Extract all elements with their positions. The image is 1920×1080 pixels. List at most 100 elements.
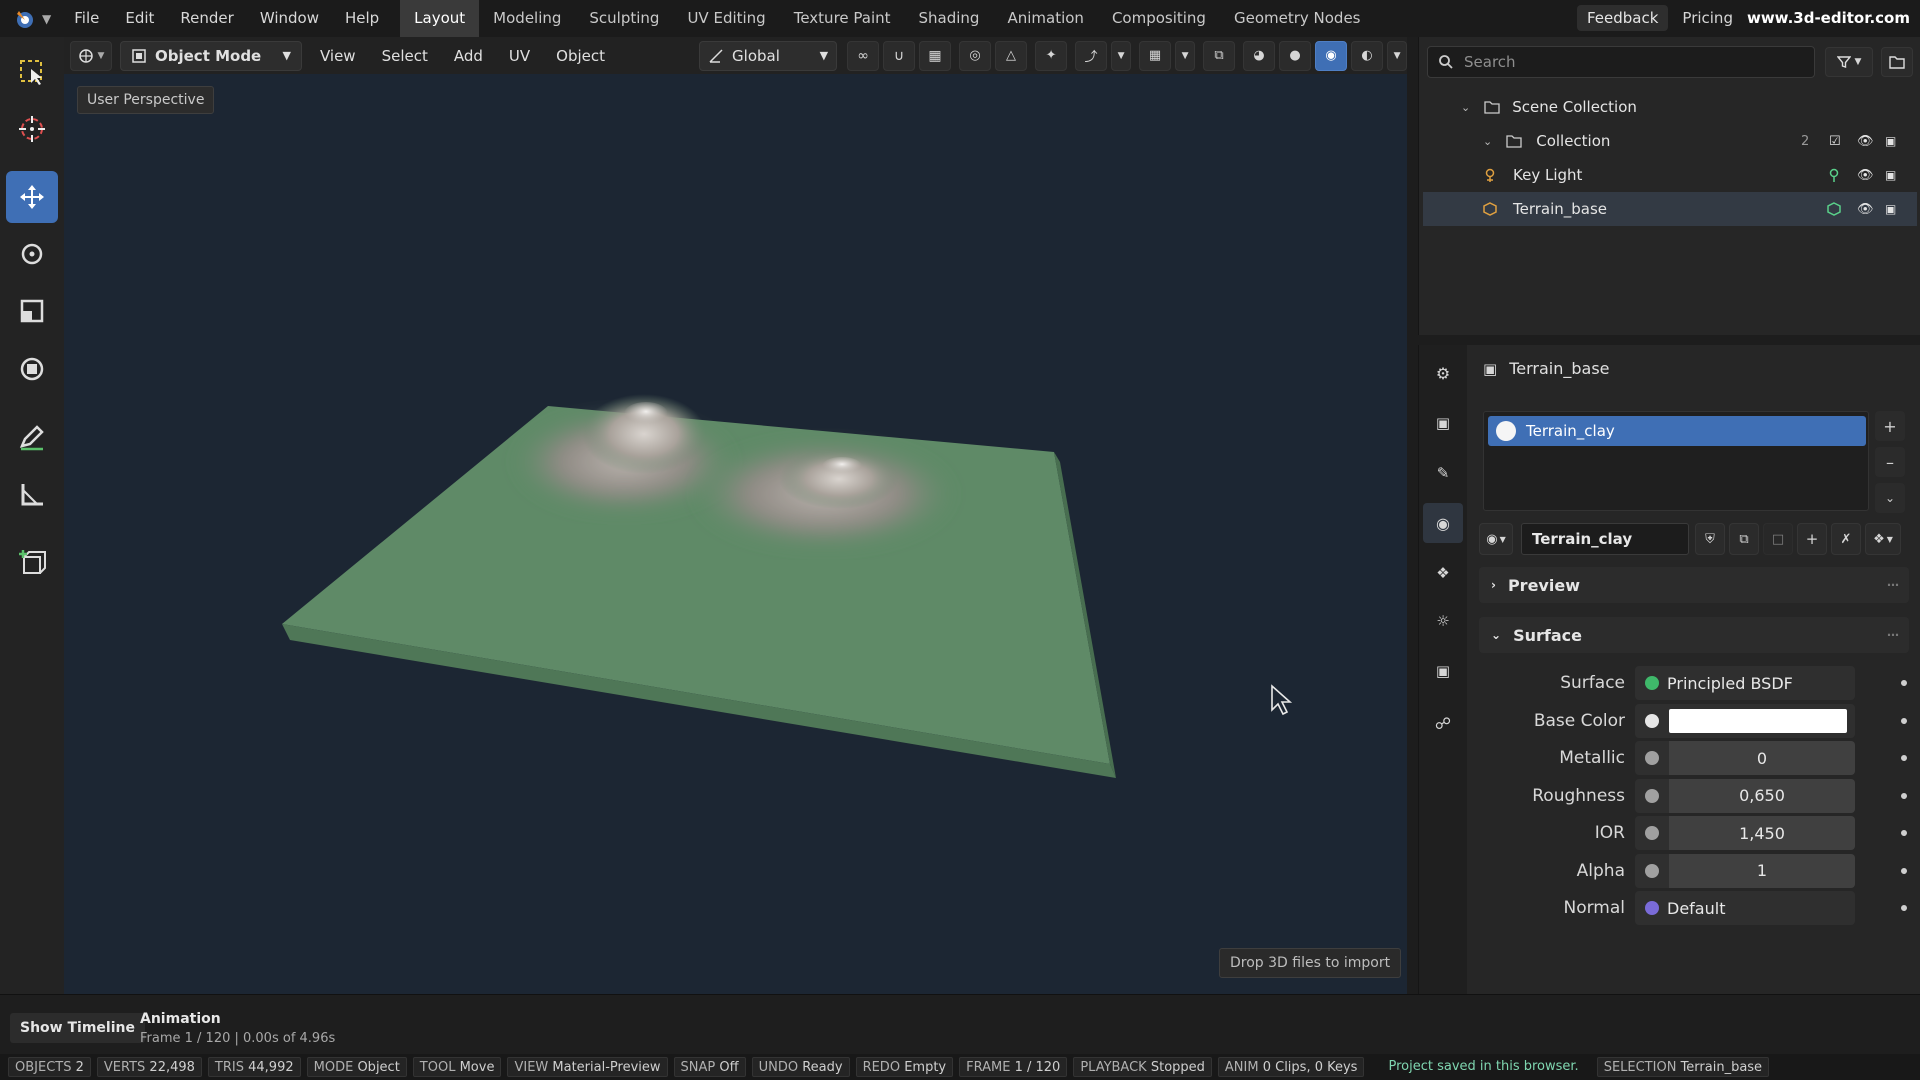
property-field[interactable]: 1,450 [1635,816,1855,850]
property-field[interactable]: 0,650 [1635,778,1855,813]
workspace-tab[interactable]: Texture Paint [780,0,905,37]
measure-tool[interactable] [6,469,58,521]
slot-menu-button[interactable]: ⌄ [1875,483,1905,513]
chevron-down-icon[interactable]: ⌄ [1483,135,1492,148]
duplicate-material-button[interactable]: ⧉ [1729,523,1759,555]
preview-section-header[interactable]: › Preview ⋯ [1479,567,1909,603]
socket-icon[interactable] [1645,751,1659,765]
menu-item[interactable]: File [61,0,112,37]
collection-row[interactable]: ⌄ Collection 2 ☑ 👁 ▣ [1423,124,1917,158]
new-collection-button[interactable] [1881,47,1913,77]
site-link[interactable]: www.3d-editor.com [1747,9,1910,27]
property-field[interactable]: 1 [1635,853,1855,888]
move-tool[interactable] [6,171,58,223]
gizmo-dropdown[interactable]: ▼ [1111,40,1132,71]
add-cube-tool[interactable] [6,537,58,589]
property-field[interactable]: 0 [1635,741,1855,775]
menu-item[interactable]: Help [332,0,392,37]
eye-icon[interactable]: 👁 [1857,168,1874,183]
color-swatch[interactable] [1669,708,1847,733]
surface-section-header[interactable]: ⌄ Surface ⋯ [1479,617,1909,653]
keyframe-dot-icon[interactable] [1901,830,1907,836]
keyframe-dot-icon[interactable] [1901,792,1907,799]
number-value[interactable]: 1,450 [1669,816,1855,850]
outliner-object-row[interactable]: Terrain_base 👁 ▣ [1423,192,1917,226]
tab-tool[interactable]: ⚙ [1423,353,1463,393]
property-field[interactable]: Default [1635,891,1855,925]
number-value[interactable]: 0,650 [1669,778,1855,813]
socket-icon[interactable] [1645,826,1659,840]
menu-item[interactable]: Edit [112,0,167,37]
socket-icon[interactable] [1645,901,1659,915]
keyframe-dot-icon[interactable] [1901,755,1907,761]
menu-item[interactable]: Window [247,0,332,37]
rendered-shading-button[interactable]: ◐ [1351,40,1384,71]
menu-item[interactable]: Render [167,0,246,37]
tab-material[interactable]: ◉ [1423,503,1463,543]
keyframe-dot-icon[interactable] [1901,905,1907,911]
keyframe-dot-icon[interactable] [1901,717,1907,724]
pivot-button[interactable]: ∞ [847,40,880,71]
eye-icon[interactable]: 👁 [1857,134,1874,149]
socket-icon[interactable] [1645,676,1659,690]
feedback-button[interactable]: Feedback [1576,5,1669,31]
keyframe-dot-icon[interactable] [1901,867,1907,874]
drag-handle-icon[interactable]: ⋯ [1887,628,1899,642]
outliner-object-row[interactable]: Key Light 👁 ▣ [1423,158,1917,192]
material-preview-button[interactable]: ◉ [1315,40,1348,71]
cursor-tool[interactable] [6,103,58,155]
header-menu-item[interactable]: Add [446,42,491,70]
camera-icon[interactable]: ▣ [1885,134,1896,148]
filter-button[interactable]: ▼ [1825,47,1873,77]
header-menu-item[interactable]: View [312,42,364,70]
chevron-down-icon[interactable]: ⌄ [1461,101,1470,114]
add-slot-button[interactable]: + [1875,411,1905,441]
browse-material-button[interactable]: ◉ ▼ [1479,523,1513,555]
overlays-dropdown[interactable]: ▼ [1175,40,1196,71]
new-material-button[interactable]: + [1797,523,1827,555]
proportional-edit-button[interactable]: ◎ [959,40,992,71]
shading-dropdown[interactable]: ▼ [1387,40,1408,71]
grid-button[interactable]: ▦ [919,40,952,71]
socket-icon[interactable] [1645,863,1659,878]
outliner-search[interactable]: Search [1427,46,1815,78]
workspace-tab[interactable]: Layout [400,0,480,37]
delete-material-button[interactable]: □ [1763,523,1793,555]
gizmo-button[interactable]: ⤴ [1075,40,1108,71]
socket-icon[interactable] [1645,713,1659,728]
wireframe-shading-button[interactable]: ◕ [1243,40,1276,71]
camera-icon[interactable]: ▣ [1885,168,1896,182]
workspace-tab[interactable]: Geometry Nodes [1220,0,1375,37]
tab-modifiers[interactable]: ✎ [1423,453,1463,493]
exclude-checkbox[interactable]: ☑ [1829,134,1841,149]
workspace-tab[interactable]: Compositing [1098,0,1220,37]
socket-icon[interactable] [1645,788,1659,803]
select-box-tool[interactable] [6,46,58,98]
solid-shading-button[interactable]: ● [1279,40,1312,71]
header-menu-item[interactable]: UV [501,42,538,70]
camera-icon[interactable]: ▣ [1885,202,1896,216]
remove-slot-button[interactable]: – [1875,447,1905,477]
workspace-tab[interactable]: Shading [905,0,994,37]
header-menu-item[interactable]: Object [548,42,613,70]
tab-world[interactable]: ☍ [1423,703,1463,743]
transform-tool[interactable] [6,343,58,395]
overlays-button[interactable]: ▦ [1139,40,1172,71]
workspace-tab[interactable]: Animation [993,0,1097,37]
rotate-tool[interactable] [6,228,58,280]
visibility-button[interactable]: ✦ [1035,40,1068,71]
app-logo-icon[interactable] [14,8,36,30]
workspace-tab[interactable]: Sculpting [575,0,673,37]
property-field[interactable] [1635,703,1855,738]
number-value[interactable]: 0 [1669,741,1855,775]
eye-icon[interactable]: 👁 [1857,202,1874,217]
header-menu-item[interactable]: Select [374,42,436,70]
pricing-link[interactable]: Pricing [1682,9,1733,27]
tab-light[interactable]: ☼ [1423,601,1463,641]
show-timeline-button[interactable]: Show Timeline [10,1013,145,1043]
material-name-field[interactable]: Terrain_clay [1521,523,1689,555]
property-value[interactable]: Principled BSDF [1667,674,1793,693]
editor-type-button[interactable]: ▼ [70,40,112,71]
tab-object-data[interactable]: ❖ [1423,553,1463,593]
terrain-scene[interactable] [64,74,1407,994]
